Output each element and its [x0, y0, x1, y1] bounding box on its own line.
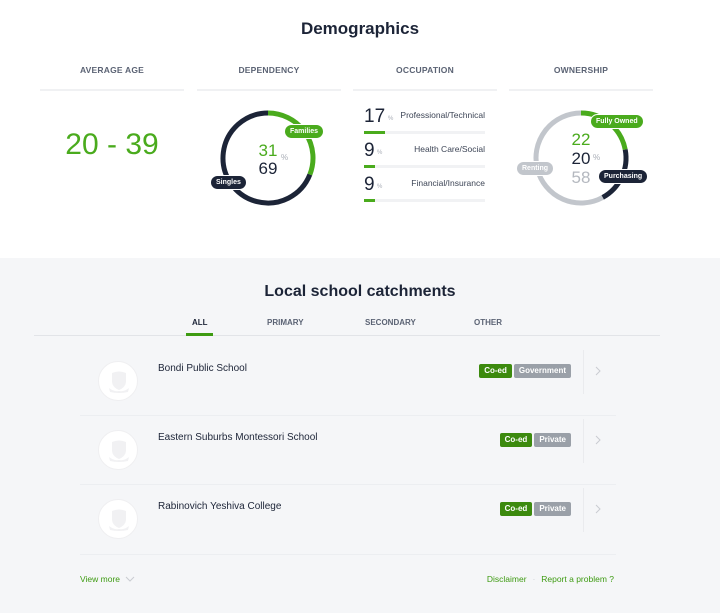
gender-tag: Co-ed	[499, 502, 533, 516]
renting-pill: Renting	[516, 161, 555, 176]
school-name[interactable]: Bondi Public School	[158, 363, 247, 374]
disclaimer-link[interactable]: Disclaimer	[487, 574, 527, 584]
occupation-percent-sign: %	[388, 116, 394, 122]
chevron-right-icon[interactable]	[594, 503, 602, 515]
tab-primary[interactable]: PRIMARY	[267, 318, 304, 327]
ownership-percent-sign: %	[593, 153, 601, 162]
view-more-label: View more	[80, 574, 120, 584]
purchasing-pill: Purchasing	[598, 169, 649, 184]
divider	[509, 89, 653, 91]
dependency-column: DEPENDENCY	[197, 60, 341, 91]
demographics-title: Demographics	[300, 19, 420, 38]
view-more-link[interactable]: View more	[80, 574, 135, 584]
ownership-donut: 22 20 % 58 Fully Owned Purchasing Rentin…	[516, 108, 649, 208]
gender-tag: Co-ed	[479, 364, 512, 378]
list-bottom-divider	[80, 554, 616, 555]
report-problem-link[interactable]: Report a problem ?	[541, 574, 614, 584]
school-catchments-section: Local school catchments ALL PRIMARY SECO…	[0, 258, 720, 613]
average-age-value: 20 - 39	[65, 128, 159, 161]
school-crest-icon	[109, 509, 129, 531]
dependency-heading: DEPENDENCY	[238, 65, 300, 75]
school-tags: Co-ed Private	[499, 433, 571, 447]
school-crest-icon	[109, 371, 129, 393]
occupation-bar-fill	[364, 165, 375, 168]
school-catchments-title: Local school catchments	[264, 283, 456, 300]
occupation-item: 9 % Health Care/Social	[364, 140, 485, 170]
dependency-donut: 31 69 % Families Singles	[210, 108, 325, 208]
chevron-right-icon[interactable]	[594, 434, 602, 446]
school-avatar	[98, 499, 138, 539]
occupation-bar-track	[364, 165, 485, 168]
school-tags: Co-ed Government	[479, 364, 571, 378]
occupation-percent-sign: %	[377, 150, 383, 156]
sector-tag: Government	[513, 364, 571, 378]
families-pill: Families	[284, 124, 325, 139]
occupation-value: 9	[364, 174, 375, 195]
occupation-value: 17	[364, 106, 386, 127]
row-divider	[583, 350, 584, 394]
occupation-column: OCCUPATION	[353, 60, 497, 91]
footer-links: Disclaimer · Report a problem ?	[487, 574, 614, 584]
school-row[interactable]: Rabinovich Yeshiva College Co-ed Private	[80, 485, 616, 554]
demographics-section: Demographics AVERAGE AGE 20 - 39 DEPENDE…	[0, 0, 720, 258]
row-divider	[583, 488, 584, 532]
school-name[interactable]: Rabinovich Yeshiva College	[158, 501, 281, 512]
ownership-column: OWNERSHIP	[509, 60, 653, 91]
tab-secondary[interactable]: SECONDARY	[365, 318, 416, 327]
occupation-label: Professional/Technical	[400, 110, 485, 120]
average-age-heading: AVERAGE AGE	[79, 65, 145, 75]
sector-tag: Private	[534, 433, 571, 447]
occupation-label: Health Care/Social	[414, 144, 485, 154]
divider	[197, 89, 341, 91]
divider	[353, 89, 497, 91]
row-divider	[583, 419, 584, 463]
school-tags: Co-ed Private	[499, 502, 571, 516]
renting-value: 58	[571, 168, 591, 187]
school-crest-icon	[109, 440, 129, 462]
occupation-item: 17 % Professional/Technical	[364, 106, 485, 136]
occupation-item: 9 % Financial/Insurance	[364, 174, 485, 204]
occupation-label: Financial/Insurance	[411, 178, 485, 188]
separator-dot: ·	[532, 574, 536, 584]
school-avatar	[98, 361, 138, 401]
school-row[interactable]: Bondi Public School Co-ed Government	[80, 347, 616, 416]
occupation-bar-fill	[364, 199, 375, 202]
singles-pill: Singles	[210, 175, 247, 190]
school-tabs: ALL PRIMARY SECONDARY OTHER	[34, 316, 660, 336]
chevron-down-icon	[126, 576, 135, 582]
fully-owned-value: 22	[571, 130, 591, 149]
tab-other[interactable]: OTHER	[474, 318, 502, 327]
average-age-column: AVERAGE AGE	[40, 60, 184, 91]
ownership-heading: OWNERSHIP	[553, 65, 609, 75]
fully-owned-pill: Fully Owned	[590, 114, 644, 129]
divider	[40, 89, 184, 91]
singles-value: 69	[258, 159, 278, 178]
active-tab-indicator	[186, 333, 213, 336]
school-avatar	[98, 430, 138, 470]
chevron-right-icon[interactable]	[594, 365, 602, 377]
sector-tag: Private	[534, 502, 571, 516]
gender-tag: Co-ed	[499, 433, 533, 447]
occupation-bar-fill	[364, 131, 385, 134]
occupation-value: 9	[364, 140, 375, 161]
occupation-bar-track	[364, 131, 485, 134]
occupation-bar-track	[364, 199, 485, 202]
dependency-percent-sign: %	[281, 153, 289, 162]
school-row[interactable]: Eastern Suburbs Montessori School Co-ed …	[80, 416, 616, 485]
occupation-percent-sign: %	[377, 184, 383, 190]
school-name[interactable]: Eastern Suburbs Montessori School	[158, 432, 318, 443]
occupation-heading: OCCUPATION	[396, 65, 454, 75]
tab-all[interactable]: ALL	[192, 318, 208, 327]
